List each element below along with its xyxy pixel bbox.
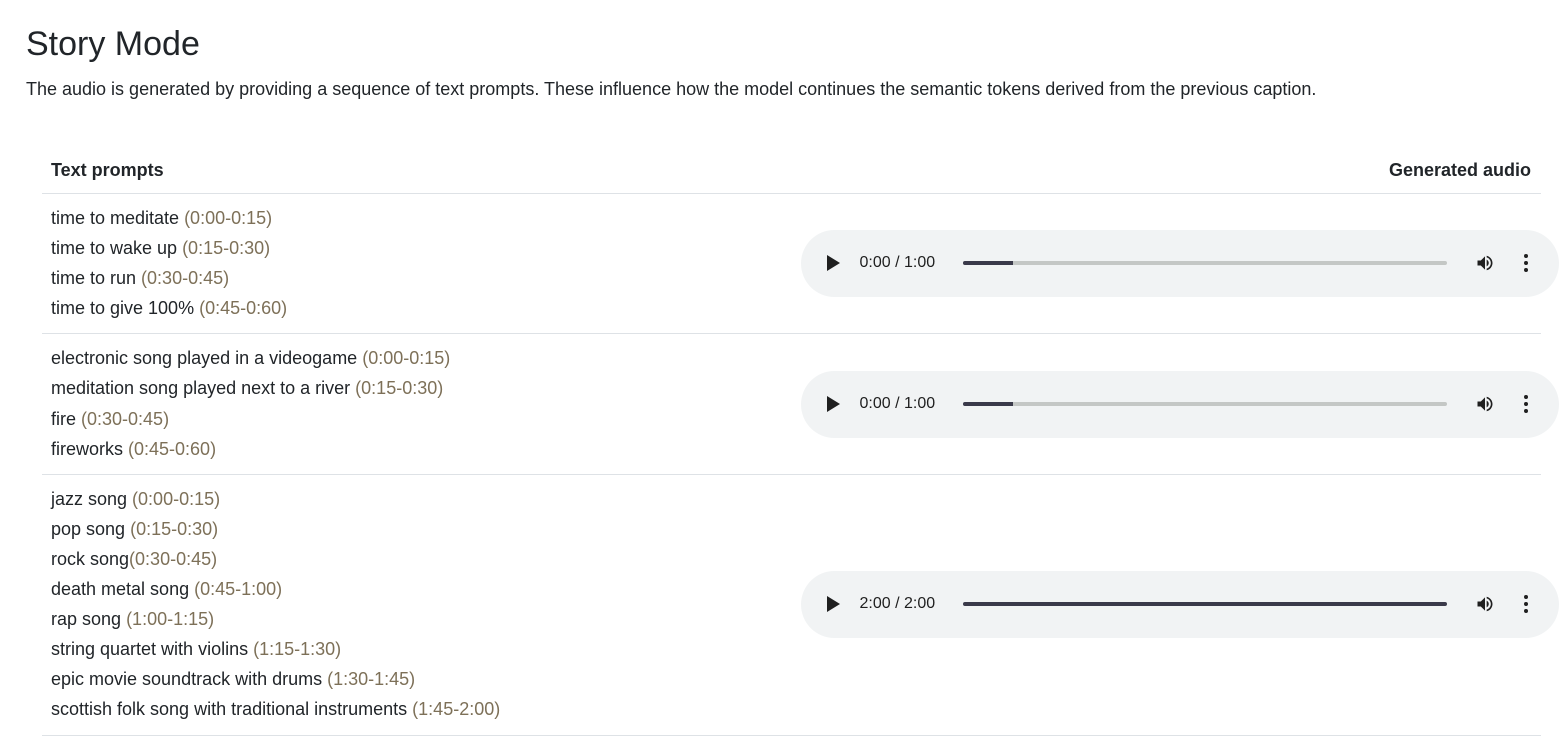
story-table: Text prompts Generated audio time to med… (42, 148, 1559, 736)
audio-player[interactable]: 0:00 / 1:00 (800, 230, 1559, 298)
audio-progress-bar[interactable] (962, 261, 1447, 266)
prompt-line: meditation song played next to a river (… (51, 373, 783, 403)
audio-cell: 0:00 / 1:00 (791, 193, 1559, 335)
prompt-time-range: (1:00-1:15) (126, 609, 215, 630)
prompt-time-range: (0:15-0:30) (355, 378, 444, 399)
audio-cell: 0:00 / 1:00 (791, 333, 1559, 475)
prompt-time-range: (0:30-0:45) (141, 268, 230, 289)
prompt-time-range: (0:45-0:60) (128, 438, 217, 459)
table-row: electronic song played in a videogame (0… (42, 333, 1559, 475)
prompt-text: string quartet with violins (51, 639, 254, 660)
table-body: time to meditate (0:00-0:15) time to wake… (42, 193, 1559, 736)
play-icon[interactable] (826, 395, 840, 412)
prompt-time-range: (0:00-0:15) (362, 348, 451, 369)
prompt-text: pop song (51, 518, 131, 539)
prompt-text: fireworks (51, 438, 129, 459)
prompt-time-range: (0:00-0:15) (132, 488, 221, 509)
prompt-text: time to wake up (51, 238, 183, 259)
header-generated-audio: Generated audio (791, 148, 1541, 194)
audio-progress-bar[interactable] (962, 401, 1447, 406)
prompt-text: rap song (51, 609, 127, 630)
prompt-time-range: (0:30-0:45) (81, 408, 170, 429)
audio-player[interactable]: 2:00 / 2:00 (800, 571, 1559, 639)
prompt-line: pop song (0:15-0:30) (51, 514, 783, 544)
prompt-text: fire (51, 408, 82, 429)
prompt-time-range: (0:00-0:15) (184, 208, 273, 228)
page-description: The audio is generated by providing a se… (26, 79, 1317, 99)
audio-time-display: 2:00 / 2:00 (859, 595, 936, 613)
prompt-line: scottish folk song with traditional inst… (51, 694, 783, 724)
prompt-text: jazz song (51, 488, 133, 509)
prompt-line: time to wake up (0:15-0:30) (51, 233, 783, 263)
audio-time-display: 0:00 / 1:00 (859, 254, 936, 272)
more-vertical-icon[interactable] (1523, 253, 1529, 273)
audio-progress-fill (962, 401, 1014, 406)
prompt-text: time to run (51, 268, 142, 289)
prompts-cell: electronic song played in a videogame (0… (42, 333, 792, 475)
volume-icon[interactable] (1474, 394, 1496, 414)
prompt-time-range: (0:45-0:60) (199, 298, 288, 319)
audio-cell: 2:00 / 2:00 (791, 474, 1559, 736)
prompt-time-range: (0:45-1:00) (194, 579, 283, 600)
prompt-line: electronic song played in a videogame (0… (51, 343, 783, 373)
prompt-text: electronic song played in a videogame (51, 348, 363, 369)
prompt-line: fireworks (0:45-0:60) (51, 434, 783, 464)
prompt-text: rock song (51, 548, 130, 569)
prompts-cell: time to meditate (0:00-0:15) time to wake… (42, 193, 792, 335)
prompt-line: time to give 100% (0:45-0:60) (51, 293, 783, 323)
prompt-time-range: (1:15-1:30) (253, 639, 342, 660)
more-vertical-icon[interactable] (1523, 594, 1529, 614)
audio-progress-bar[interactable] (962, 602, 1447, 607)
audio-player[interactable]: 0:00 / 1:00 (800, 370, 1559, 438)
prompt-line: jazz song (0:00-0:15) (51, 484, 783, 514)
prompt-text: scottish folk song with traditional inst… (51, 699, 413, 720)
prompt-line: rock song(0:30-0:45) (51, 544, 783, 574)
more-vertical-icon[interactable] (1523, 394, 1529, 414)
audio-time-display: 0:00 / 1:00 (859, 394, 936, 412)
prompt-line: death metal song (0:45-1:00) (51, 574, 783, 604)
prompt-line: epic movie soundtrack with drums (1:30-1… (51, 664, 783, 694)
prompt-time-range: (0:30-0:45) (129, 548, 218, 569)
prompt-time-range: (1:30-1:45) (327, 669, 416, 690)
audio-progress-fill (962, 261, 1014, 266)
prompt-line: fire (0:30-0:45) (51, 404, 783, 434)
table-header-row: Text prompts Generated audio (42, 148, 1541, 194)
volume-icon[interactable] (1474, 253, 1496, 273)
audio-progress-fill (962, 602, 1447, 607)
prompt-line: time to run (0:30-0:45) (51, 263, 783, 293)
prompt-line: string quartet with violins (1:15-1:30) (51, 634, 783, 664)
table-row: time to meditate (0:00-0:15) time to wake… (42, 193, 1559, 335)
volume-icon[interactable] (1474, 594, 1496, 614)
play-icon[interactable] (826, 255, 840, 272)
prompt-text: meditation song played next to a river (51, 378, 356, 399)
prompt-text: epic movie soundtrack with drums (51, 669, 328, 690)
prompt-time-range: (0:15-0:30) (130, 518, 219, 539)
prompt-line: rap song (1:00-1:15) (51, 604, 783, 634)
prompts-cell: jazz song (0:00-0:15) pop song (0:15-0:30… (42, 474, 792, 736)
page-title: Story Mode (26, 25, 200, 63)
prompt-time-range: (0:15-0:30) (182, 238, 271, 259)
prompt-text: death metal song (51, 579, 195, 600)
table-row: jazz song (0:00-0:15) pop song (0:15-0:30… (42, 474, 1559, 736)
prompt-time-range: (1:45-2:00) (412, 699, 501, 720)
prompt-text: time to give 100% (51, 298, 200, 319)
play-icon[interactable] (826, 596, 840, 613)
prompt-text: time to meditate (51, 208, 185, 228)
header-text-prompts: Text prompts (42, 148, 792, 194)
prompt-line: time to meditate (0:00-0:15) (51, 203, 783, 233)
